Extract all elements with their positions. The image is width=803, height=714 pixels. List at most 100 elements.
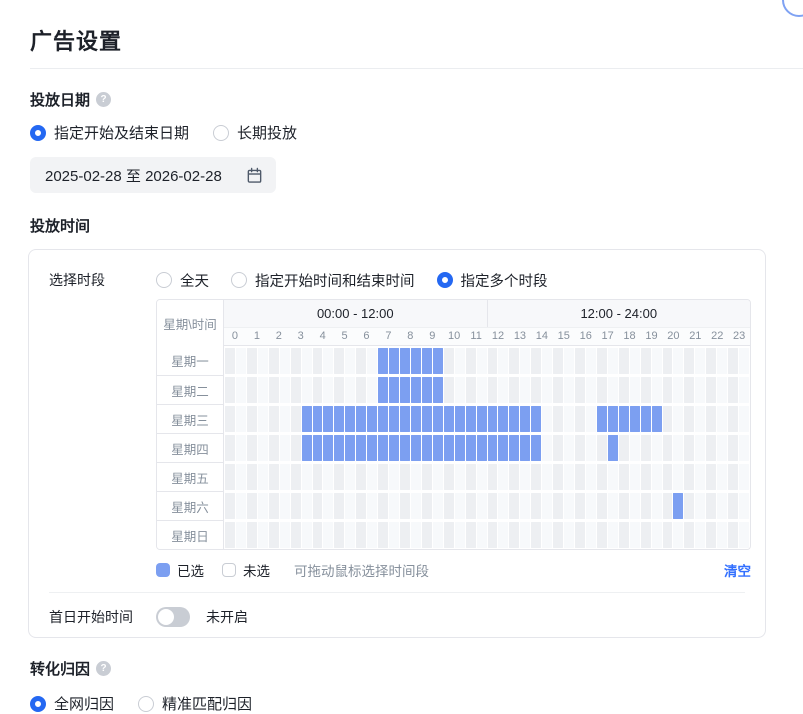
grid-cell[interactable]	[553, 464, 563, 490]
grid-cell-selected[interactable]	[356, 435, 366, 461]
grid-cell[interactable]	[586, 493, 596, 519]
grid-cell[interactable]	[520, 348, 530, 374]
grid-cell[interactable]	[498, 493, 508, 519]
grid-cell[interactable]	[706, 493, 716, 519]
radio-option[interactable]: 全网归因	[30, 693, 114, 714]
grid-cell[interactable]	[608, 464, 618, 490]
grid-cell-selected[interactable]	[520, 406, 530, 432]
calendar-icon[interactable]	[246, 167, 263, 184]
grid-cell[interactable]	[433, 493, 443, 519]
grid-cell[interactable]	[236, 435, 246, 461]
grid-cell[interactable]	[542, 435, 552, 461]
grid-cell[interactable]	[236, 377, 246, 403]
grid-cell-selected[interactable]	[509, 406, 519, 432]
grid-cell[interactable]	[356, 377, 366, 403]
grid-cell[interactable]	[466, 493, 476, 519]
grid-cell-selected[interactable]	[313, 406, 323, 432]
grid-cell-selected[interactable]	[422, 406, 432, 432]
grid-cell[interactable]	[695, 377, 705, 403]
grid-cell[interactable]	[247, 377, 257, 403]
grid-cell[interactable]	[717, 435, 727, 461]
grid-cell-selected[interactable]	[608, 406, 618, 432]
grid-cell[interactable]	[641, 348, 651, 374]
grid-cell[interactable]	[564, 377, 574, 403]
grid-cell[interactable]	[553, 493, 563, 519]
grid-cell[interactable]	[739, 435, 749, 461]
grid-cell[interactable]	[641, 493, 651, 519]
grid-cell-selected[interactable]	[477, 435, 487, 461]
grid-cell[interactable]	[706, 377, 716, 403]
grid-cell-selected[interactable]	[400, 406, 410, 432]
grid-cell[interactable]	[641, 464, 651, 490]
grid-cell-selected[interactable]	[531, 406, 541, 432]
grid-cell[interactable]	[477, 377, 487, 403]
grid-cell[interactable]	[695, 406, 705, 432]
grid-cell[interactable]	[586, 435, 596, 461]
grid-cell[interactable]	[400, 464, 410, 490]
grid-cell[interactable]	[630, 493, 640, 519]
grid-cell[interactable]	[717, 522, 727, 548]
grid-cell[interactable]	[619, 493, 629, 519]
grid-cell[interactable]	[673, 435, 683, 461]
grid-cell[interactable]	[247, 406, 257, 432]
grid-cell[interactable]	[225, 348, 235, 374]
grid-cell[interactable]	[225, 464, 235, 490]
grid-cell[interactable]	[269, 493, 279, 519]
grid-cell[interactable]	[619, 348, 629, 374]
grid-cell[interactable]	[280, 464, 290, 490]
radio-option[interactable]: 指定开始时间和结束时间	[231, 270, 415, 291]
date-range-input[interactable]: 2025-02-28 至 2026-02-28	[30, 157, 276, 193]
grid-cell[interactable]	[411, 522, 421, 548]
grid-cell-selected[interactable]	[433, 406, 443, 432]
grid-cell-selected[interactable]	[630, 406, 640, 432]
grid-cell[interactable]	[258, 493, 268, 519]
grid-cell[interactable]	[313, 522, 323, 548]
grid-cell[interactable]	[269, 464, 279, 490]
grid-cell[interactable]	[411, 493, 421, 519]
grid-cell[interactable]	[684, 493, 694, 519]
grid-cell-selected[interactable]	[302, 435, 312, 461]
grid-cell[interactable]	[367, 522, 377, 548]
grid-cell[interactable]	[488, 348, 498, 374]
radio-selected-icon[interactable]	[30, 696, 46, 712]
grid-cell[interactable]	[498, 348, 508, 374]
grid-cell[interactable]	[542, 377, 552, 403]
grid-cell-selected[interactable]	[400, 435, 410, 461]
grid-cell-selected[interactable]	[367, 435, 377, 461]
grid-cell[interactable]	[706, 522, 716, 548]
grid-cell[interactable]	[684, 377, 694, 403]
grid-cell[interactable]	[488, 522, 498, 548]
grid-cell[interactable]	[455, 493, 465, 519]
grid-cell[interactable]	[291, 464, 301, 490]
grid-cell[interactable]	[247, 522, 257, 548]
grid-cell[interactable]	[280, 406, 290, 432]
grid-cell[interactable]	[323, 522, 333, 548]
grid-cell[interactable]	[553, 348, 563, 374]
grid-cell[interactable]	[564, 493, 574, 519]
grid-cell[interactable]	[411, 464, 421, 490]
grid-cell[interactable]	[728, 406, 738, 432]
grid-cell[interactable]	[597, 435, 607, 461]
grid-cell[interactable]	[236, 348, 246, 374]
grid-cell[interactable]	[520, 377, 530, 403]
grid-cell-selected[interactable]	[444, 406, 454, 432]
grid-cell[interactable]	[597, 522, 607, 548]
grid-cell[interactable]	[225, 435, 235, 461]
grid-cell-selected[interactable]	[477, 406, 487, 432]
grid-cell[interactable]	[509, 377, 519, 403]
grid-cell[interactable]	[706, 348, 716, 374]
help-icon[interactable]: ?	[96, 92, 111, 107]
grid-cell[interactable]	[466, 522, 476, 548]
grid-cell[interactable]	[225, 493, 235, 519]
grid-cell[interactable]	[728, 493, 738, 519]
grid-cell[interactable]	[684, 406, 694, 432]
grid-cell-selected[interactable]	[378, 348, 388, 374]
grid-cell[interactable]	[258, 377, 268, 403]
grid-cell[interactable]	[323, 348, 333, 374]
grid-cell[interactable]	[597, 464, 607, 490]
grid-cell-selected[interactable]	[389, 348, 399, 374]
grid-cell[interactable]	[367, 348, 377, 374]
grid-cell-selected[interactable]	[498, 435, 508, 461]
grid-cell[interactable]	[334, 348, 344, 374]
grid-cell-selected[interactable]	[673, 493, 683, 519]
